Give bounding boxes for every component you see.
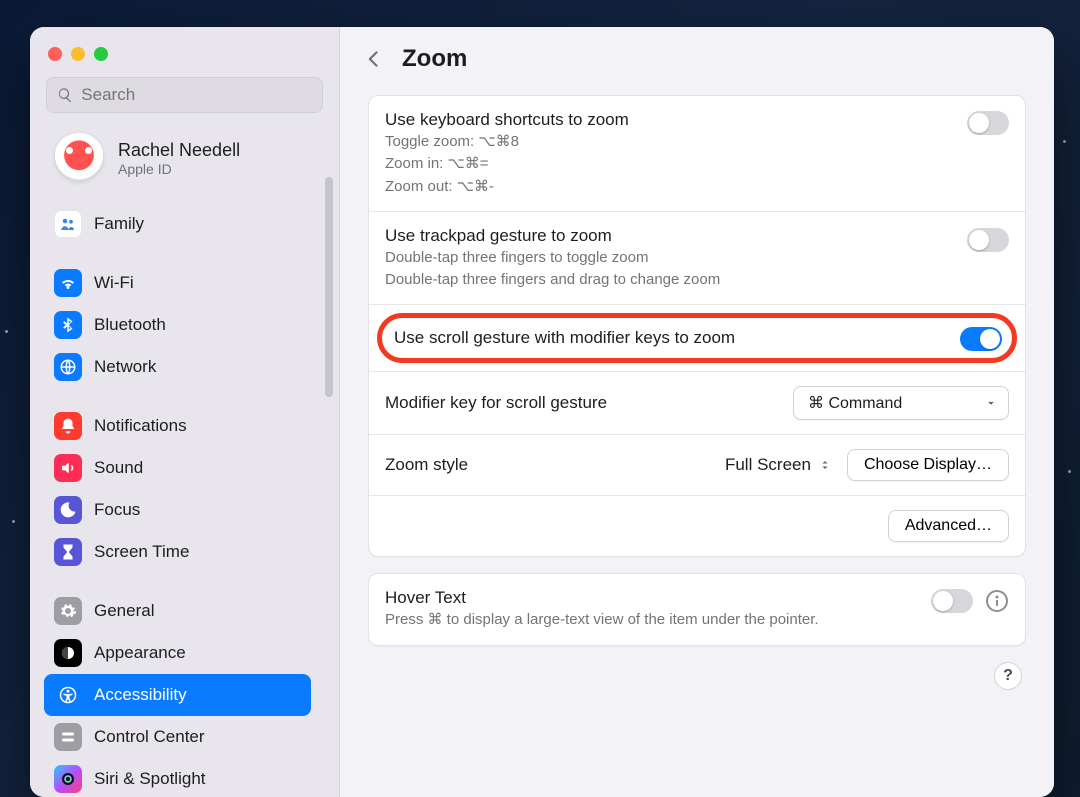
sidebar-item-screentime[interactable]: Screen Time bbox=[44, 531, 311, 573]
settings-window: Rachel Needell Apple ID Family Wi-Fi Blu… bbox=[30, 27, 1054, 797]
row-sub: Zoom in: ⌥⌘= bbox=[385, 154, 955, 174]
switches-icon bbox=[54, 723, 82, 751]
zoom-style-select[interactable]: Full Screen bbox=[725, 455, 831, 475]
sidebar-item-family[interactable]: Family bbox=[44, 203, 311, 245]
choose-display-button[interactable]: Choose Display… bbox=[847, 449, 1009, 481]
zoom-options-card: Use keyboard shortcuts to zoom Toggle zo… bbox=[368, 95, 1026, 557]
advanced-button[interactable]: Advanced… bbox=[888, 510, 1009, 542]
toggle-scroll-gesture[interactable] bbox=[960, 327, 1002, 351]
sidebar-item-network[interactable]: Network bbox=[44, 346, 311, 388]
updown-caret-icon bbox=[819, 456, 831, 474]
row-zoom-style: Zoom style Full Screen Choose Display… bbox=[369, 435, 1025, 496]
row-keyboard-shortcuts: Use keyboard shortcuts to zoom Toggle zo… bbox=[369, 96, 1025, 212]
siri-icon bbox=[54, 765, 82, 793]
sidebar-item-label: Sound bbox=[94, 458, 143, 478]
family-icon bbox=[54, 210, 82, 238]
row-title: Zoom style bbox=[385, 455, 468, 475]
row-sub: Zoom out: ⌥⌘- bbox=[385, 177, 955, 197]
help-button[interactable]: ? bbox=[994, 662, 1022, 690]
sidebar-scrollbar[interactable] bbox=[325, 177, 333, 397]
sidebar-item-sound[interactable]: Sound bbox=[44, 447, 311, 489]
bell-icon bbox=[54, 412, 82, 440]
window-controls bbox=[42, 43, 327, 77]
appearance-icon bbox=[54, 639, 82, 667]
account-row[interactable]: Rachel Needell Apple ID bbox=[42, 131, 327, 203]
sidebar-item-label: Control Center bbox=[94, 727, 205, 747]
toggle-keyboard-shortcuts[interactable] bbox=[967, 111, 1009, 135]
sidebar-list: Family Wi-Fi Bluetooth Network Notificat… bbox=[42, 203, 327, 797]
select-value: Full Screen bbox=[725, 455, 811, 475]
sidebar-item-label: Screen Time bbox=[94, 542, 189, 562]
sidebar-item-label: Siri & Spotlight bbox=[94, 769, 206, 789]
highlight-ring: Use scroll gesture with modifier keys to… bbox=[377, 313, 1017, 363]
close-button[interactable] bbox=[48, 47, 62, 61]
row-trackpad-gesture: Use trackpad gesture to zoom Double-tap … bbox=[369, 212, 1025, 306]
sidebar-item-appearance[interactable]: Appearance bbox=[44, 632, 311, 674]
row-title: Modifier key for scroll gesture bbox=[385, 393, 607, 413]
sidebar-item-label: Focus bbox=[94, 500, 140, 520]
sidebar: Rachel Needell Apple ID Family Wi-Fi Blu… bbox=[30, 27, 340, 797]
row-title: Use scroll gesture with modifier keys to… bbox=[388, 322, 741, 354]
hover-text-card: Hover Text Press ⌘ to display a large-te… bbox=[368, 573, 1026, 645]
sidebar-item-label: General bbox=[94, 601, 154, 621]
sidebar-item-label: Bluetooth bbox=[94, 315, 166, 335]
avatar bbox=[52, 131, 106, 185]
row-advanced: Advanced… bbox=[369, 496, 1025, 556]
chevron-down-icon bbox=[984, 396, 998, 410]
maximize-button[interactable] bbox=[94, 47, 108, 61]
sidebar-item-focus[interactable]: Focus bbox=[44, 489, 311, 531]
sidebar-item-label: Notifications bbox=[94, 416, 187, 436]
toggle-trackpad-gesture[interactable] bbox=[967, 228, 1009, 252]
sidebar-item-wifi[interactable]: Wi-Fi bbox=[44, 262, 311, 304]
accessibility-icon bbox=[54, 681, 82, 709]
search-icon bbox=[57, 86, 73, 104]
header: Zoom bbox=[340, 27, 1054, 81]
info-icon[interactable] bbox=[985, 589, 1009, 613]
sidebar-item-label: Wi-Fi bbox=[94, 273, 134, 293]
sidebar-item-general[interactable]: General bbox=[44, 590, 311, 632]
row-scroll-gesture: Use scroll gesture with modifier keys to… bbox=[369, 305, 1025, 372]
row-hover-text: Hover Text Press ⌘ to display a large-te… bbox=[369, 574, 1025, 644]
network-icon bbox=[54, 353, 82, 381]
row-title: Use trackpad gesture to zoom bbox=[385, 226, 955, 246]
minimize-button[interactable] bbox=[71, 47, 85, 61]
sound-icon bbox=[54, 454, 82, 482]
hourglass-icon bbox=[54, 538, 82, 566]
wifi-icon bbox=[54, 269, 82, 297]
search-field-container[interactable] bbox=[46, 77, 323, 113]
row-modifier-key: Modifier key for scroll gesture ⌘ Comman… bbox=[369, 372, 1025, 435]
moon-icon bbox=[54, 496, 82, 524]
row-title: Use keyboard shortcuts to zoom bbox=[385, 110, 955, 130]
dropdown-value: ⌘ Command bbox=[808, 393, 902, 413]
back-button[interactable] bbox=[364, 48, 384, 70]
sidebar-item-siri[interactable]: Siri & Spotlight bbox=[44, 758, 311, 797]
help-footer: ? bbox=[368, 662, 1026, 690]
row-title: Hover Text bbox=[385, 588, 919, 608]
row-sub: Double-tap three fingers and drag to cha… bbox=[385, 270, 955, 290]
sidebar-item-label: Network bbox=[94, 357, 156, 377]
sidebar-item-accessibility[interactable]: Accessibility bbox=[44, 674, 311, 716]
sidebar-item-notifications[interactable]: Notifications bbox=[44, 405, 311, 447]
sidebar-item-label: Family bbox=[94, 214, 144, 234]
gear-icon bbox=[54, 597, 82, 625]
account-sub: Apple ID bbox=[118, 161, 240, 177]
row-sub: Double-tap three fingers to toggle zoom bbox=[385, 248, 955, 268]
row-sub: Press ⌘ to display a large-text view of … bbox=[385, 610, 919, 630]
row-sub: Toggle zoom: ⌥⌘8 bbox=[385, 132, 955, 152]
sidebar-item-bluetooth[interactable]: Bluetooth bbox=[44, 304, 311, 346]
bluetooth-icon bbox=[54, 311, 82, 339]
sidebar-item-label: Accessibility bbox=[94, 685, 187, 705]
modifier-key-dropdown[interactable]: ⌘ Command bbox=[793, 386, 1009, 420]
content: Zoom Use keyboard shortcuts to zoom Togg… bbox=[340, 27, 1054, 797]
page-title: Zoom bbox=[402, 45, 467, 73]
sidebar-item-label: Appearance bbox=[94, 643, 186, 663]
account-name: Rachel Needell bbox=[118, 140, 240, 161]
sidebar-item-controlcenter[interactable]: Control Center bbox=[44, 716, 311, 758]
toggle-hover-text[interactable] bbox=[931, 589, 973, 613]
search-input[interactable] bbox=[81, 85, 312, 105]
